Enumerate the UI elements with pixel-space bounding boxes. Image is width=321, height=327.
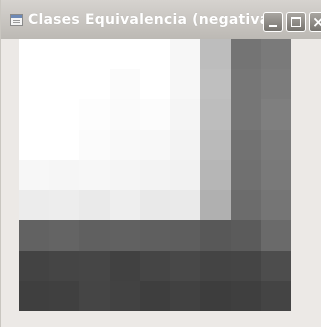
canvas-cell [230,280,261,311]
canvas-cell [49,250,80,281]
canvas-cell [260,280,291,311]
canvas-cell [139,99,171,130]
canvas-cell [49,129,80,160]
title-bar[interactable]: Clases Equivalencia (negativa) × [1,0,321,39]
canvas-cell [19,69,50,100]
app-icon[interactable] [10,14,23,26]
canvas-cell [230,250,261,281]
canvas-cell [200,159,231,191]
canvas-cell [260,250,291,281]
canvas-cell [79,250,110,281]
canvas-cell [200,39,231,70]
canvas-cell [200,129,231,160]
canvas-cell [19,220,50,251]
canvas-cell [230,99,261,130]
canvas-cell [230,129,261,160]
canvas-cell [109,129,140,160]
canvas-cell [230,159,261,191]
canvas-cell [170,250,201,281]
canvas-cell [200,190,231,221]
canvas-cell [139,190,171,221]
maximize-icon [291,17,301,27]
canvas-cell [109,280,140,311]
canvas-cell [79,69,110,100]
canvas-cell [49,69,80,100]
canvas-cell [139,129,171,160]
equivalence-classes-window: Clases Equivalencia (negativa) × [0,0,321,327]
canvas-cell [230,39,261,70]
canvas-cell [200,280,231,311]
canvas-cell [170,159,201,191]
equivalence-class-canvas [19,39,291,311]
canvas-cell [109,99,140,130]
canvas-cell [49,159,80,191]
canvas-cell [109,190,140,221]
canvas-cell [170,99,201,130]
canvas-cell [79,129,110,160]
canvas-cell [79,220,110,251]
window-bottom-frame [1,311,321,327]
canvas-cell [170,190,201,221]
canvas-cell [79,99,110,130]
canvas-cell [170,220,201,251]
canvas-cell [79,39,110,70]
canvas-cell [260,159,291,191]
canvas-cell [49,220,80,251]
canvas-cell [49,280,80,311]
canvas-cell [139,159,171,191]
canvas-cell [200,220,231,251]
canvas-cell [260,39,291,70]
canvas-cell [170,280,201,311]
canvas-cell [19,190,50,221]
canvas-cell [139,69,171,100]
canvas-cell [260,99,291,130]
canvas-cell [109,250,140,281]
canvas-cell [139,280,171,311]
canvas-cell [139,220,171,251]
canvas-cell [230,190,261,221]
canvas-cell [230,220,261,251]
close-button[interactable]: × [309,12,321,32]
canvas-cell [19,280,50,311]
canvas-cell [19,39,50,70]
canvas-cell [19,129,50,160]
minimize-icon [269,25,277,27]
canvas-cell [260,129,291,160]
canvas-cell [139,250,171,281]
minimize-button[interactable] [263,12,283,32]
canvas-cell [19,250,50,281]
window-title: Clases Equivalencia (negativa) [28,12,276,28]
canvas-cell [200,69,231,100]
canvas-cell [109,159,140,191]
canvas-cell [19,159,50,191]
canvas-cell [79,280,110,311]
canvas-cell [170,129,201,160]
canvas-cell [170,69,201,100]
canvas-cell [230,69,261,100]
canvas-cell [109,220,140,251]
canvas-cell [49,99,80,130]
canvas-cell [79,190,110,221]
maximize-button[interactable] [286,12,306,32]
canvas-cell [79,159,110,191]
canvas-cell [170,39,201,70]
close-icon: × [312,13,321,31]
canvas-cell [260,190,291,221]
canvas-cell [19,99,50,130]
canvas-cell [49,39,80,70]
canvas-cell [49,190,80,221]
canvas-cell [139,39,171,70]
canvas-cell [200,250,231,281]
canvas-cell [260,220,291,251]
canvas-cell [109,39,140,70]
canvas-cell [109,69,140,100]
canvas-cell [200,99,231,130]
canvas-cell [260,69,291,100]
